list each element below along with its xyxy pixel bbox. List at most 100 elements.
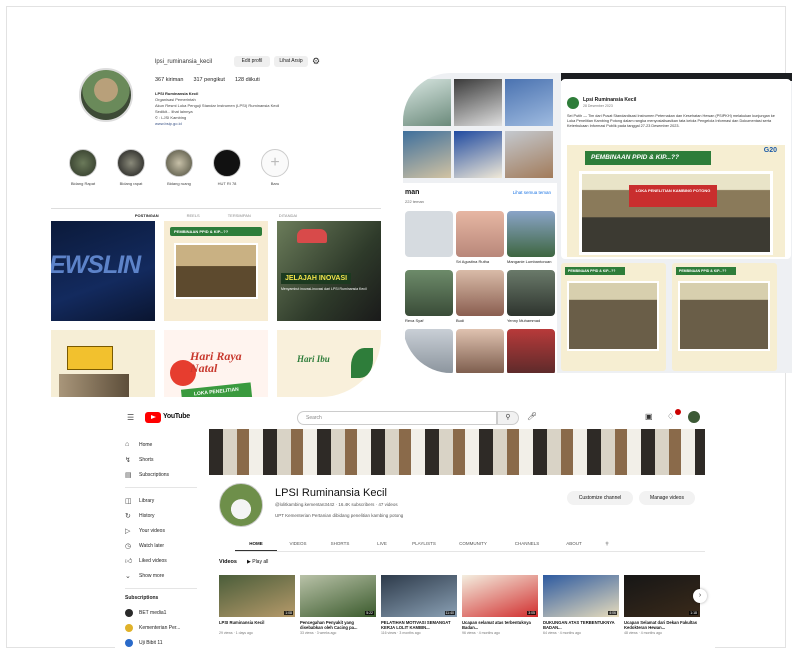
post-tile[interactable]: Hari Ibu [277, 330, 381, 397]
edit-profile-button[interactable]: Edit profil [234, 56, 270, 67]
friend-item[interactable] [405, 211, 453, 264]
youtube-logo-text[interactable]: YouTube [163, 413, 190, 420]
photo-tile[interactable] [505, 79, 553, 126]
video-card[interactable]: 11:40 PELATIHAN MOTIVASI SEMANGAT KERJA … [381, 575, 457, 635]
tab-reels[interactable]: REELS [187, 213, 200, 218]
photo-tile[interactable] [403, 130, 451, 178]
video-title[interactable]: DUKUNGAN ATAS TERBENTUKNYA BADAN... [543, 620, 619, 630]
video-title[interactable]: PELATIHAN MOTIVASI SEMANGAT KERJA LOLIT … [381, 620, 457, 630]
friend-item[interactable] [507, 329, 555, 373]
video-card[interactable]: 3:05 Ucapan selamat atas terbentuknya Ba… [462, 575, 538, 635]
friend-item[interactable]: Budi [456, 270, 504, 323]
notification-badge [675, 409, 681, 415]
following-count[interactable]: 128 diikuti [235, 77, 260, 83]
highlight-item[interactable]: Bidang rapat [111, 149, 151, 186]
play-all-button[interactable]: ▶ Play all [247, 559, 268, 565]
new-highlight-button[interactable]: + Baru [255, 149, 295, 186]
video-title[interactable]: Pencegahan Penyakit yang disebabkan oleh… [300, 620, 376, 630]
bio-link[interactable]: www.bsip.go.id [155, 121, 182, 126]
sidebar-item-history[interactable]: ↻ History [125, 508, 205, 523]
sidebar-item-liked-videos[interactable]: 👍︎ Liked videos [125, 553, 205, 568]
sidebar-item-shorts[interactable]: ↯ Shorts [125, 452, 205, 467]
highlight-item[interactable]: HUT RI 78 [207, 149, 247, 186]
post-tile[interactable]: PEMBINAAN PPID & KIP...?? [164, 221, 268, 321]
bell-icon[interactable]: ♢ [667, 412, 674, 421]
tab-about[interactable]: ABOUT [553, 537, 595, 551]
search-input[interactable]: Search [297, 411, 497, 425]
settings-gear-icon[interactable]: ⚙ [312, 56, 320, 67]
tab-community[interactable]: COMMUNITY [445, 537, 501, 551]
photo-tile[interactable] [505, 130, 553, 178]
friend-item[interactable] [456, 329, 504, 373]
youtube-logo-icon[interactable] [145, 412, 161, 423]
sidebar-subscription[interactable]: BET media1 [125, 605, 205, 620]
sidebar-item-library[interactable]: ◫ Library [125, 493, 205, 508]
video-card[interactable]: 5:22 Pencegahan Penyakit yang disebabkan… [300, 575, 376, 635]
friend-item[interactable] [405, 329, 453, 373]
video-card[interactable]: 1:18 Ucapan Selamat dari Dekan Fakultas … [624, 575, 700, 635]
channel-description[interactable]: UPT Kementerian Pertanian dibidang penel… [275, 513, 403, 518]
photo-tile[interactable] [454, 79, 502, 126]
chevron-right-icon[interactable]: › [693, 589, 707, 603]
followers-count[interactable]: 317 pengikut [193, 77, 225, 83]
profile-avatar[interactable] [79, 68, 133, 122]
tab-saved[interactable]: TERSIMPAN [228, 213, 251, 218]
tab-posts[interactable]: POSTINGAN [135, 213, 159, 218]
photo-tile[interactable] [403, 79, 451, 126]
sidebar-item-home[interactable]: ⌂ Home [125, 437, 205, 452]
post-tile[interactable]: JELAJAH INOVASI Menyambut inovasi-inovas… [277, 221, 381, 321]
tab-shorts[interactable]: SHORTS [319, 537, 361, 551]
tab-home[interactable]: HOME [235, 537, 277, 551]
video-title[interactable]: LPSI Ruminansia Kecil [219, 620, 295, 630]
post-tile[interactable]: EWSLIN [51, 221, 155, 321]
post-author[interactable]: Lpsi Ruminansia Kecil [583, 97, 636, 103]
search-icon[interactable]: ⚲ [497, 411, 519, 425]
customize-channel-button[interactable]: Customize channel [567, 491, 633, 505]
friend-item[interactable]: Reva Syaf [405, 270, 453, 323]
sidebar-item-show-more[interactable]: ⌄ Show more [125, 568, 205, 583]
tab-tagged[interactable]: DITANDAI [279, 213, 297, 218]
friend-item[interactable]: Yenny Muhammad [507, 270, 555, 323]
post-thumbnail[interactable]: PEMBINAAN PPID & KIP...?? [561, 263, 666, 371]
tab-live[interactable]: LIVE [361, 537, 403, 551]
bio-line-2[interactable]: Sedikit... lihat lainnya [155, 109, 193, 114]
sidebar-item-your-videos[interactable]: ▷ Your videos [125, 523, 205, 538]
video-thumbnail[interactable]: 3:05 [462, 575, 538, 617]
friend-item[interactable]: Sri Agustina Rutha [456, 211, 504, 264]
highlight-item[interactable]: Bidang ruang [159, 149, 199, 186]
post-image[interactable]: PEMBINAAN PPID & KIP...?? G20 LOKA PENEL… [567, 145, 785, 257]
tab-videos[interactable]: VIDEOS [277, 537, 319, 551]
page-avatar[interactable] [567, 97, 579, 109]
create-video-icon[interactable]: ▣ [645, 412, 653, 421]
tab-playlists[interactable]: PLAYLISTS [403, 537, 445, 551]
highlight-item[interactable]: Bidang Rapat [63, 149, 103, 186]
account-avatar[interactable] [688, 411, 700, 423]
post-date[interactable]: 28 Desember 2023 [583, 104, 613, 108]
manage-videos-button[interactable]: Manage videos [639, 491, 695, 505]
post-tile[interactable]: Hari Raya Natal LOKA PENELITIAN KAMBING … [164, 330, 268, 397]
video-card[interactable]: 4:06 DUKUNGAN ATAS TERBENTUKNYA BADAN...… [543, 575, 619, 635]
sidebar-subscription[interactable]: Kementerian Per... [125, 620, 205, 635]
video-title[interactable]: Ucapan selamat atas terbentuknya Badan..… [462, 620, 538, 630]
video-title[interactable]: Ucapan Selamat dari Dekan Fakultas Kedok… [624, 620, 700, 630]
video-thumbnail[interactable]: 4:06 [543, 575, 619, 617]
post-thumbnail[interactable]: PEMBINAAN PPID & KIP...?? [672, 263, 777, 371]
video-thumbnail[interactable]: 11:40 [381, 575, 457, 617]
sidebar-subscription[interactable]: Uji Bibit 11 [125, 635, 205, 650]
view-archive-button[interactable]: Lihat Arsip [274, 56, 308, 67]
video-thumbnail[interactable]: 1:18 [624, 575, 700, 617]
video-card[interactable]: 1:08 LPSI Ruminansia Kecil 29 views · 1 … [219, 575, 295, 635]
hamburger-menu-icon[interactable]: ☰ [127, 413, 134, 422]
friend-item[interactable]: Manganie Lumbantoruan [507, 211, 555, 264]
tab-channels[interactable]: CHANNELS [501, 537, 553, 551]
sidebar-item-watch-later[interactable]: ◷ Watch later [125, 538, 205, 553]
search-icon[interactable]: ⚲ [595, 537, 619, 551]
microphone-icon[interactable]: 🎤︎ [527, 412, 537, 421]
video-thumbnail[interactable]: 1:08 [219, 575, 295, 617]
photo-tile[interactable] [454, 130, 502, 178]
channel-avatar[interactable] [219, 483, 263, 527]
sidebar-item-subscriptions[interactable]: ▤ Subscriptions [125, 467, 205, 482]
see-all-friends-link[interactable]: Lihat semua teman [513, 190, 551, 195]
video-thumbnail[interactable]: 5:22 [300, 575, 376, 617]
post-tile[interactable] [51, 330, 155, 397]
